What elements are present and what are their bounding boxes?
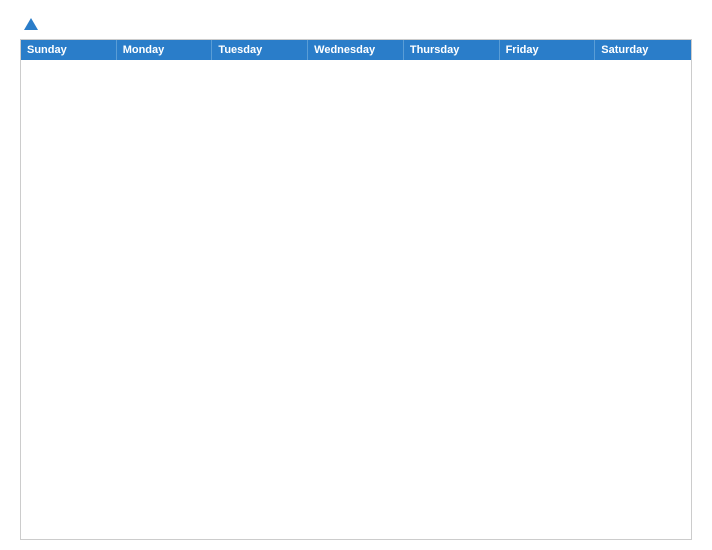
logo-triangle-icon [24, 18, 38, 30]
day-header-saturday: Saturday [595, 40, 691, 60]
day-header-sunday: Sunday [21, 40, 117, 60]
day-header-friday: Friday [500, 40, 596, 60]
calendar-grid: SundayMondayTuesdayWednesdayThursdayFrid… [20, 39, 692, 540]
day-header-monday: Monday [117, 40, 213, 60]
day-header-wednesday: Wednesday [308, 40, 404, 60]
day-header-tuesday: Tuesday [212, 40, 308, 60]
days-header: SundayMondayTuesdayWednesdayThursdayFrid… [21, 40, 691, 60]
day-header-thursday: Thursday [404, 40, 500, 60]
weeks-container [21, 60, 691, 539]
calendar-page: SundayMondayTuesdayWednesdayThursdayFrid… [0, 0, 712, 550]
logo [20, 18, 110, 31]
header [20, 18, 692, 31]
